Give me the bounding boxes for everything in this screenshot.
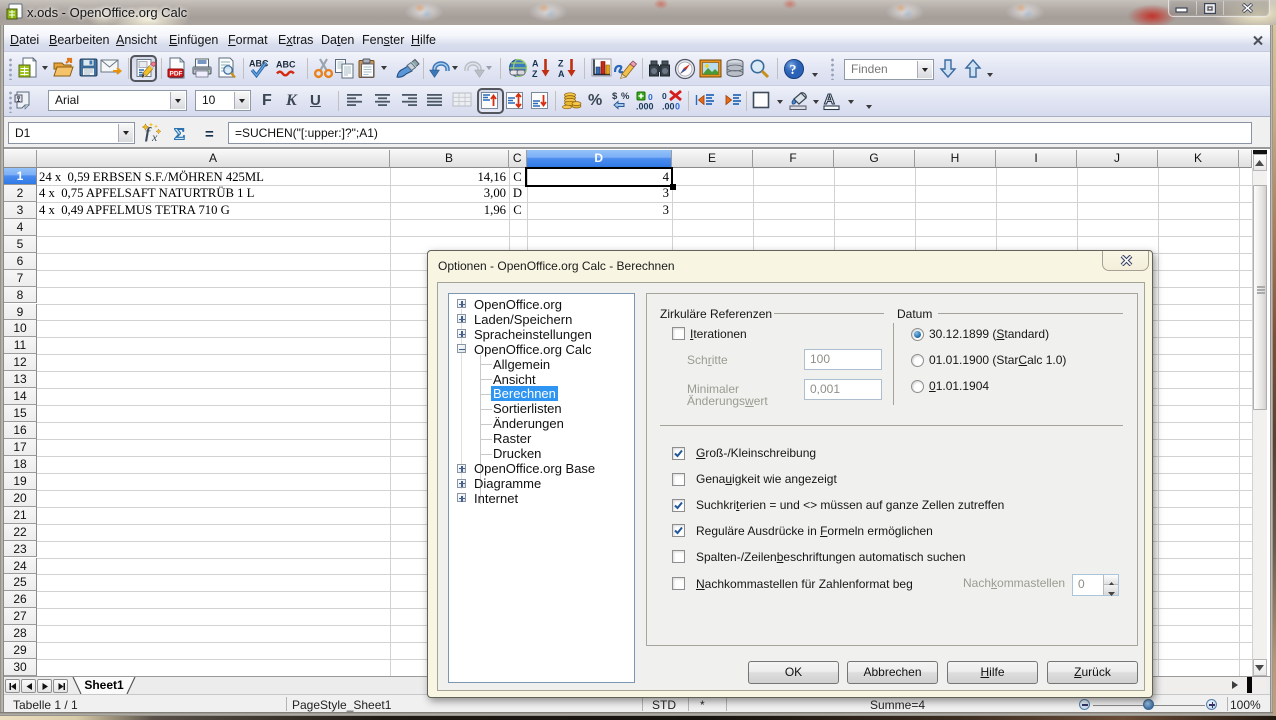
svg-text:Z: Z [558,59,564,69]
svg-text:$: $ [612,91,618,102]
svg-text:.00: .00 [662,102,675,112]
svg-text:A: A [824,91,835,108]
svg-text:A: A [532,59,539,69]
svg-text:ABC: ABC [276,60,296,70]
svg-text:0: 0 [675,102,680,112]
svg-text:%: % [621,91,630,102]
svg-text:=: = [205,126,214,143]
svg-text:Z: Z [532,69,538,79]
svg-text:Σ: Σ [174,125,185,144]
svg-text:A: A [558,69,565,79]
svg-text:?: ? [790,63,797,78]
svg-text:PDF: PDF [170,71,183,78]
svg-text:.000: .000 [636,102,654,112]
svg-text:0: 0 [662,91,667,101]
svg-text:0: 0 [648,92,653,102]
